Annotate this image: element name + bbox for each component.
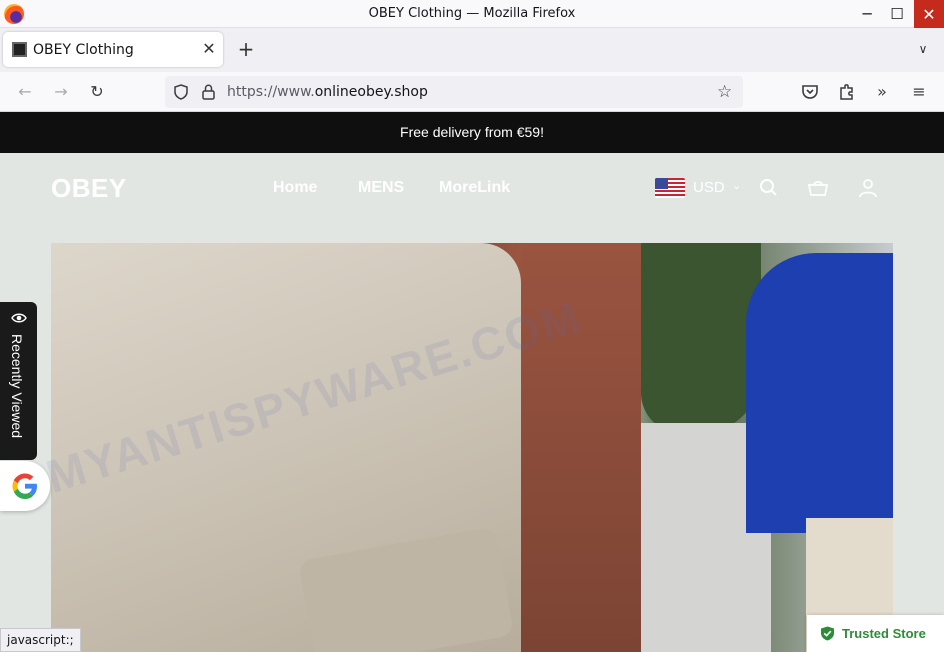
obey-favicon-icon [12,42,27,57]
reload-button[interactable]: ↻ [85,80,109,104]
title-bar: OBEY Clothing — Mozilla Firefox ─ ☐ ✕ [0,0,944,28]
web-page: Free delivery from €59! OBEY Home MENS M… [0,112,944,652]
url-domain: onlineobey.shop [314,84,428,100]
site-logo[interactable]: OBEY [51,173,127,204]
tab-title: OBEY Clothing [33,42,134,58]
tracking-protection-shield-icon[interactable] [174,84,188,100]
status-bar: javascript:; [0,628,81,652]
recently-viewed-tab[interactable]: Recently Viewed [0,302,37,460]
minimize-button[interactable]: ─ [852,0,882,28]
nav-link-home[interactable]: Home [273,179,317,197]
hero-image[interactable] [51,243,893,652]
currency-selector[interactable]: USD [693,179,725,196]
url-text[interactable]: https://www.onlineobey.shop [227,84,428,100]
hero-person-blue-sweater [746,253,893,533]
browser-window: OBEY Clothing — Mozilla Firefox ─ ☐ ✕ OB… [0,0,944,652]
site-header: OBEY Home MENS MoreLink USD ⌄ [0,153,944,652]
tab-obey-clothing[interactable]: OBEY Clothing ✕ [3,32,223,67]
hero-tree [641,243,761,433]
forward-button[interactable]: → [49,80,73,104]
nav-link-morelink[interactable]: MoreLink [439,179,510,197]
account-icon[interactable] [857,177,879,199]
tab-strip: OBEY Clothing ✕ + ∨ [0,28,944,72]
app-menu-button[interactable]: ≡ [907,80,931,104]
us-flag-icon[interactable] [655,178,685,198]
bookmark-star-icon[interactable]: ☆ [717,82,732,102]
url-prefix: https://www. [227,84,315,100]
close-window-button[interactable]: ✕ [914,0,944,28]
maximize-button[interactable]: ☐ [882,0,912,28]
hero-brick-wall [521,243,641,652]
pocket-icon[interactable] [800,82,820,102]
recently-viewed-label: Recently Viewed [9,334,25,439]
extensions-icon[interactable] [837,82,857,102]
trusted-store-label: Trusted Store [842,626,926,641]
list-all-tabs-button[interactable]: ∨ [912,37,934,61]
trusted-store-badge[interactable]: Trusted Store [807,615,944,652]
back-button[interactable]: ← [13,80,37,104]
navigation-toolbar: ← → ↻ https://www.onlineobey.shop ☆ » ≡ [0,72,944,112]
address-bar[interactable]: https://www.onlineobey.shop ☆ [165,76,743,108]
google-g-icon [12,473,37,499]
new-tab-button[interactable]: + [234,37,258,61]
lock-icon[interactable] [202,84,215,100]
announcement-bar: Free delivery from €59! [0,112,944,153]
window-title: OBEY Clothing — Mozilla Firefox [368,6,576,21]
eye-icon [11,313,27,323]
overflow-menu-button[interactable]: » [870,80,894,104]
cart-icon[interactable] [807,177,829,199]
google-badge[interactable] [0,461,50,511]
chevron-down-icon[interactable]: ⌄ [732,179,741,192]
tab-close-button[interactable]: ✕ [199,39,219,59]
nav-link-mens[interactable]: MENS [358,179,404,197]
shield-check-icon [821,626,834,641]
search-icon[interactable] [758,177,780,199]
